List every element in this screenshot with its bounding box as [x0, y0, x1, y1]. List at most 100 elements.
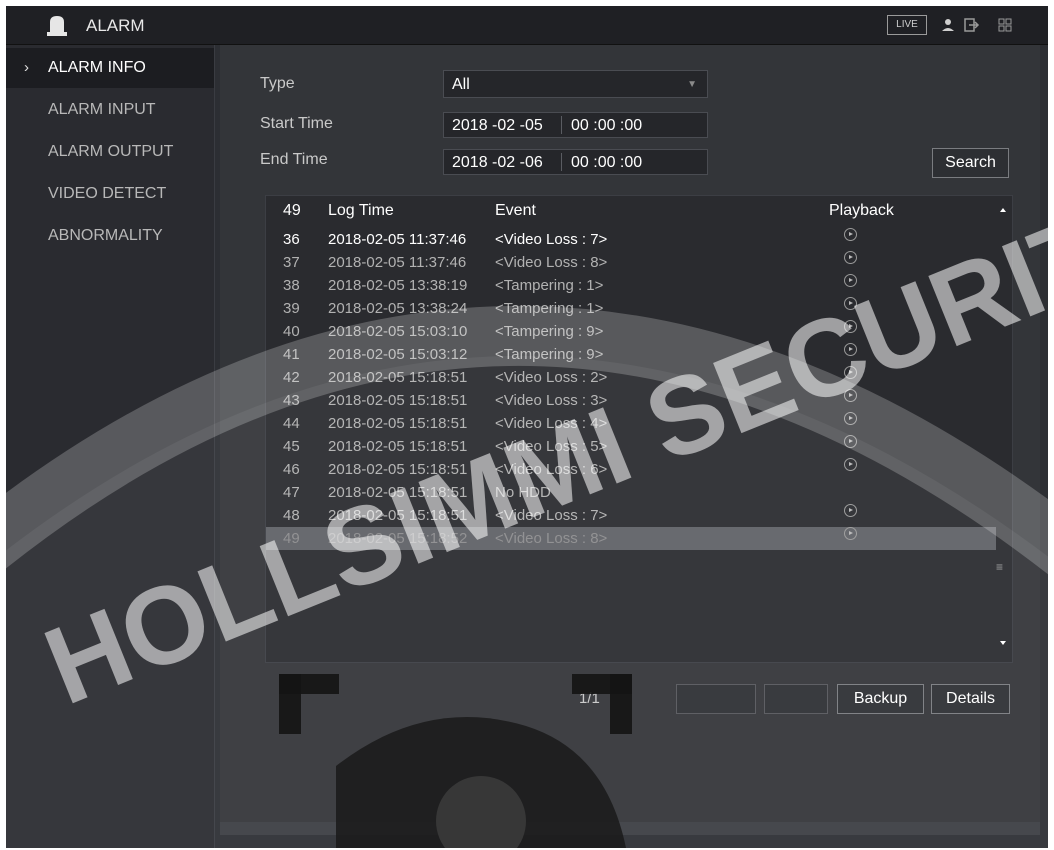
row-number: 37 — [283, 254, 300, 271]
type-label: Type — [260, 75, 295, 92]
table-row[interactable]: 36 2018-02-05 11:37:46 <Video Loss : 7> — [266, 228, 996, 251]
row-event: <Video Loss : 5> — [495, 438, 608, 455]
playback-icon[interactable] — [844, 412, 857, 425]
type-select[interactable]: All ▼ — [443, 70, 708, 98]
row-event: <Video Loss : 7> — [495, 507, 608, 524]
playback-icon[interactable] — [844, 274, 857, 287]
app-title: ALARM — [86, 16, 145, 35]
sidebar-item-abnormality[interactable]: ABNORMALITY — [6, 216, 214, 256]
playback-icon[interactable] — [844, 228, 857, 241]
row-log-time: 2018-02-05 15:18:51 — [328, 484, 468, 501]
table-row[interactable]: 42 2018-02-05 15:18:51 <Video Loss : 2> — [266, 366, 996, 389]
playback-icon[interactable] — [844, 320, 857, 333]
details-button[interactable]: Details — [931, 684, 1010, 714]
row-number: 49 — [283, 530, 300, 547]
alarm-log-table: 49 Log Time Event Playback 36 2018-02-05… — [265, 195, 1013, 663]
end-time-input[interactable]: 2018 -02 -06 00 :00 :00 — [443, 149, 708, 175]
playback-icon[interactable] — [844, 251, 857, 264]
table-row[interactable]: 41 2018-02-05 15:03:12 <Tampering : 9> — [266, 343, 996, 366]
menu-grid-icon[interactable] — [998, 17, 1012, 33]
playback-icon[interactable] — [844, 389, 857, 402]
row-log-time: 2018-02-05 15:03:12 — [328, 346, 468, 363]
row-log-time: 2018-02-05 11:37:46 — [328, 231, 467, 248]
table-row[interactable]: 38 2018-02-05 13:38:19 <Tampering : 1> — [266, 274, 996, 297]
sidebar-item-alarm-info[interactable]: › ALARM INFO — [6, 48, 214, 88]
row-log-time: 2018-02-05 15:18:51 — [328, 392, 468, 409]
titlebar: ALARM LIVE — [6, 6, 1048, 45]
alarm-bell-icon — [47, 16, 67, 36]
sidebar-item-label: VIDEO DETECT — [48, 185, 167, 202]
start-date-field[interactable]: 2018 -02 -05 — [452, 113, 543, 139]
table-row[interactable]: 44 2018-02-05 15:18:51 <Video Loss : 4> — [266, 412, 996, 435]
sidebar-item-label: ALARM INFO — [48, 59, 146, 76]
row-event: <Video Loss : 4> — [495, 415, 608, 432]
playback-icon[interactable] — [844, 527, 857, 540]
alarm-info-panel: Type All ▼ Start Time 2018 -02 -05 00 :0… — [220, 45, 1040, 835]
table-row[interactable]: 47 2018-02-05 15:18:51 No HDD — [266, 481, 996, 504]
table-row[interactable]: 39 2018-02-05 13:38:24 <Tampering : 1> — [266, 297, 996, 320]
row-number: 45 — [283, 438, 300, 455]
start-clock-field[interactable]: 00 :00 :00 — [571, 113, 642, 139]
table-row[interactable]: 46 2018-02-05 15:18:51 <Video Loss : 6> — [266, 458, 996, 481]
row-event: <Video Loss : 8> — [495, 254, 608, 271]
playback-icon[interactable] — [844, 458, 857, 471]
playback-icon[interactable] — [844, 504, 857, 517]
playback-icon[interactable] — [844, 297, 857, 310]
table-row[interactable]: 43 2018-02-05 15:18:51 <Video Loss : 3> — [266, 389, 996, 412]
playback-icon[interactable] — [844, 366, 857, 379]
playback-icon[interactable] — [844, 343, 857, 356]
end-date-field[interactable]: 2018 -02 -06 — [452, 150, 543, 176]
row-number: 48 — [283, 507, 300, 524]
row-event: <Video Loss : 8> — [495, 530, 608, 547]
table-row[interactable]: 45 2018-02-05 15:18:51 <Video Loss : 5> — [266, 435, 996, 458]
header-playback: Playback — [829, 202, 894, 219]
row-event: <Video Loss : 2> — [495, 369, 608, 386]
user-icon[interactable] — [940, 17, 956, 33]
row-number: 47 — [283, 484, 300, 501]
table-row[interactable]: 48 2018-02-05 15:18:51 <Video Loss : 7> — [266, 504, 996, 527]
start-time-input[interactable]: 2018 -02 -05 00 :00 :00 — [443, 112, 708, 138]
table-row[interactable]: 37 2018-02-05 11:37:46 <Video Loss : 8> — [266, 251, 996, 274]
sidebar-item-label: ALARM INPUT — [48, 101, 156, 118]
footer-strip — [220, 822, 1040, 835]
previous-page-button — [676, 684, 756, 714]
scroll-down-arrow-icon[interactable] — [1000, 641, 1006, 645]
scroll-up-arrow-icon[interactable] — [1000, 208, 1006, 212]
table-row[interactable]: 40 2018-02-05 15:03:10 <Tampering : 9> — [266, 320, 996, 343]
live-button[interactable]: LIVE — [887, 15, 927, 35]
row-log-time: 2018-02-05 15:18:51 — [328, 461, 468, 478]
row-event: <Tampering : 9> — [495, 346, 604, 363]
row-log-time: 2018-02-05 15:03:10 — [328, 323, 468, 340]
date-time-divider — [561, 116, 562, 134]
date-time-divider — [561, 153, 562, 171]
row-number: 38 — [283, 277, 300, 294]
row-log-time: 2018-02-05 13:38:19 — [328, 277, 468, 294]
header-log-time[interactable]: Log Time — [328, 196, 394, 226]
row-number: 41 — [283, 346, 300, 363]
sidebar-item-alarm-input[interactable]: ALARM INPUT — [6, 90, 214, 130]
row-event: <Video Loss : 7> — [495, 231, 608, 248]
row-event: <Tampering : 1> — [495, 277, 604, 294]
start-time-label: Start Time — [260, 115, 333, 132]
scrollbar-thumb[interactable]: ≡ — [996, 560, 1003, 574]
sidebar-item-video-detect[interactable]: VIDEO DETECT — [6, 174, 214, 214]
type-select-value: All — [452, 76, 470, 93]
row-log-time: 2018-02-05 15:18:51 — [328, 415, 468, 432]
sidebar-item-label: ABNORMALITY — [48, 227, 163, 244]
end-clock-field[interactable]: 00 :00 :00 — [571, 150, 642, 176]
header-count: 49 — [283, 202, 301, 219]
row-event: <Tampering : 1> — [495, 300, 604, 317]
row-event: <Tampering : 9> — [495, 323, 604, 340]
playback-icon[interactable] — [844, 435, 857, 448]
search-button[interactable]: Search — [932, 148, 1009, 178]
sidebar-item-alarm-output[interactable]: ALARM OUTPUT — [6, 132, 214, 172]
row-log-time: 2018-02-05 15:18:51 — [328, 438, 468, 455]
header-event[interactable]: Event — [495, 196, 536, 226]
row-number: 44 — [283, 415, 300, 432]
table-row-selected[interactable]: 49 2018-02-05 15:18:52 <Video Loss : 8> — [266, 527, 996, 550]
row-number: 40 — [283, 323, 300, 340]
logout-icon[interactable] — [963, 17, 981, 33]
row-log-time: 2018-02-05 15:18:51 — [328, 369, 468, 386]
row-number: 43 — [283, 392, 300, 409]
backup-button[interactable]: Backup — [837, 684, 924, 714]
